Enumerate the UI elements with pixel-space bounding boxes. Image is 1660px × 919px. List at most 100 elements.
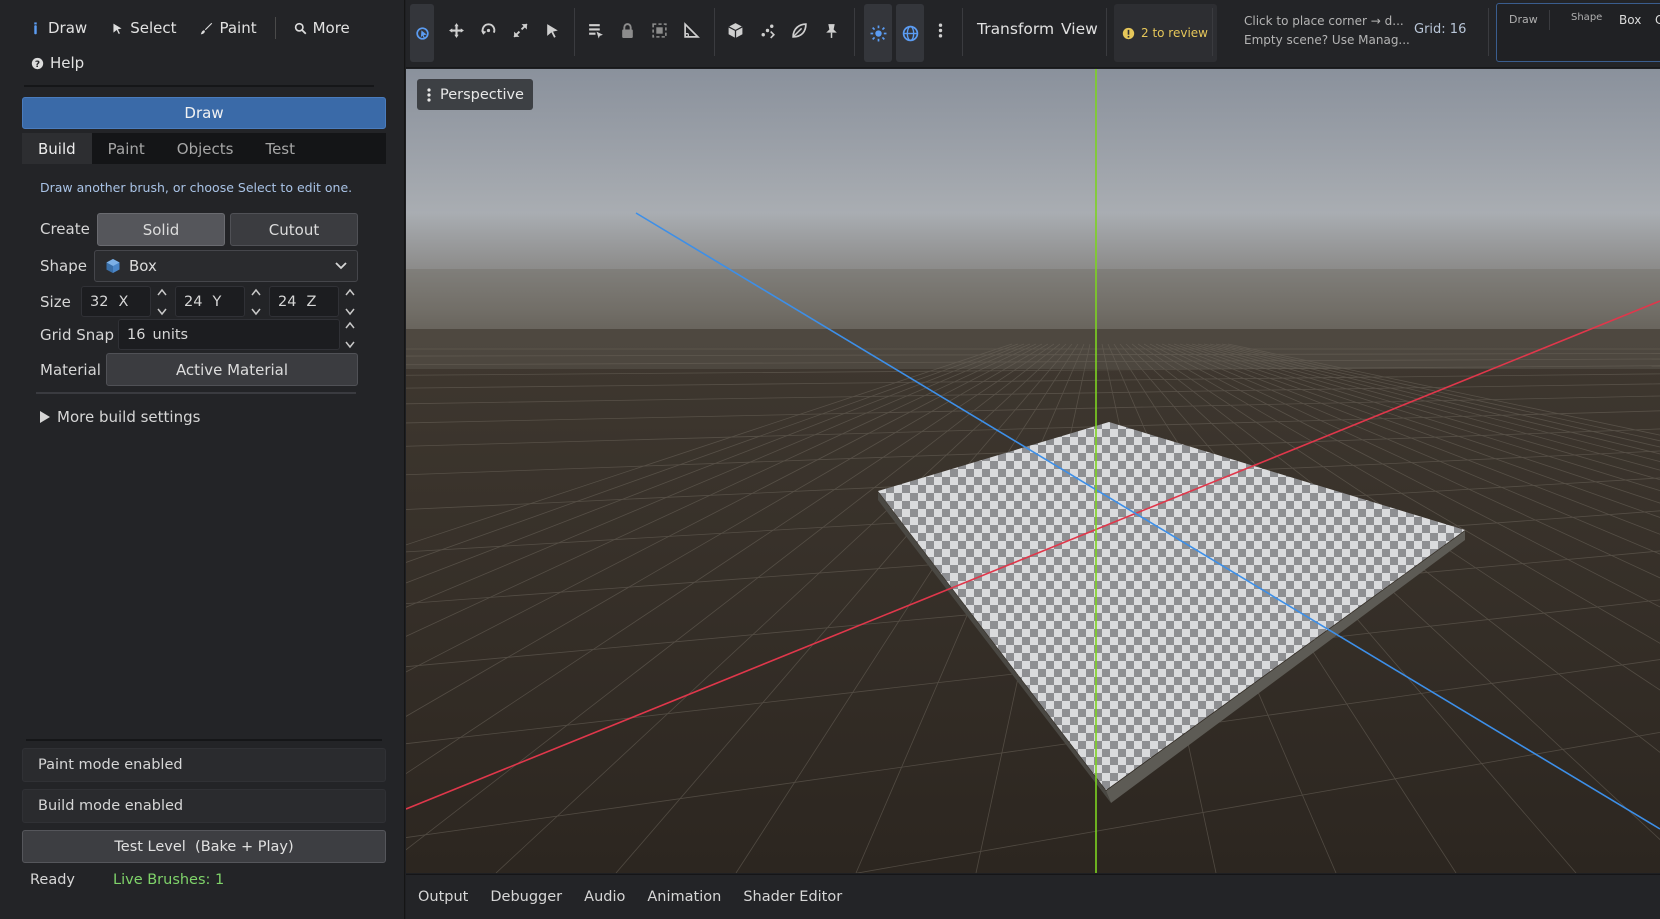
tab-audio[interactable]: Audio bbox=[584, 889, 625, 905]
chevron-down-icon bbox=[335, 262, 347, 270]
chevron-up-icon bbox=[157, 288, 167, 296]
chevron-down-icon bbox=[251, 308, 261, 316]
draw-mode-label: Draw bbox=[48, 19, 88, 37]
environment-toggle[interactable] bbox=[896, 4, 924, 62]
divider bbox=[26, 739, 382, 741]
size-z-field[interactable]: 24 Z bbox=[269, 286, 339, 317]
tab-debugger[interactable]: Debugger bbox=[490, 889, 562, 905]
pointer-tool-button[interactable] bbox=[538, 15, 566, 45]
lock-icon bbox=[621, 22, 633, 38]
ready-status: Ready bbox=[30, 872, 76, 888]
draw-banner: Draw bbox=[22, 97, 386, 129]
review-badge[interactable]: 2 to review bbox=[1114, 4, 1217, 62]
lighting-toggle[interactable] bbox=[864, 4, 892, 62]
active-material-button[interactable]: Active Material bbox=[106, 353, 358, 386]
globe-icon bbox=[902, 25, 918, 41]
cursor-icon bbox=[113, 23, 122, 34]
more-build-settings-toggle[interactable]: More build settings bbox=[40, 408, 200, 426]
shape-dropdown[interactable]: Box bbox=[94, 250, 358, 282]
tab-animation[interactable]: Animation bbox=[647, 889, 721, 905]
cutout-button[interactable]: Cutout bbox=[230, 213, 358, 246]
mini-draw-label: Draw bbox=[1509, 13, 1538, 26]
more-button[interactable]: More bbox=[285, 14, 359, 42]
group-button[interactable] bbox=[645, 15, 673, 45]
chevron-up-icon bbox=[345, 321, 355, 329]
test-level-button[interactable]: Test Level (Bake + Play) bbox=[22, 830, 386, 863]
cube-icon bbox=[106, 259, 120, 273]
select-mode-label: Select bbox=[130, 19, 177, 37]
pointer-icon bbox=[546, 23, 558, 38]
size-y-stepper[interactable] bbox=[250, 288, 262, 316]
size-z-value: 24 bbox=[278, 293, 297, 310]
rotate-icon bbox=[480, 22, 495, 35]
size-x-value: 32 bbox=[90, 293, 109, 310]
tab-paint[interactable]: Paint bbox=[92, 133, 161, 164]
size-y-value: 24 bbox=[184, 293, 203, 310]
leaf-icon bbox=[791, 22, 807, 38]
tab-build[interactable]: Build bbox=[22, 133, 92, 164]
snap-points-button[interactable] bbox=[753, 15, 781, 45]
mini-inspector[interactable]: Draw Shape Box C bbox=[1496, 3, 1660, 62]
chevron-down-icon bbox=[345, 308, 355, 316]
pin-button[interactable] bbox=[817, 15, 845, 45]
chevron-up-icon bbox=[251, 288, 261, 296]
lock-button[interactable] bbox=[613, 15, 641, 45]
select-mode-button[interactable]: Select bbox=[102, 14, 185, 42]
grid-snap-field[interactable]: 16 units bbox=[118, 319, 340, 350]
build-hint: Draw another brush, or choose Select to … bbox=[40, 180, 353, 195]
solid-button[interactable]: Solid bbox=[97, 213, 225, 246]
cube-icon bbox=[727, 22, 743, 38]
material-label: Material bbox=[40, 361, 101, 379]
tooltip-hint-2: Empty scene? Use Manag... bbox=[1244, 33, 1410, 47]
tab-output[interactable]: Output bbox=[418, 889, 468, 905]
size-y-field[interactable]: 24 Y bbox=[175, 286, 245, 317]
size-x-stepper[interactable] bbox=[156, 288, 168, 316]
object-button[interactable] bbox=[721, 15, 749, 45]
perspective-label: Perspective bbox=[440, 86, 524, 103]
status-paint-mode: Paint mode enabled bbox=[22, 748, 386, 782]
build-tabs: Build Paint Objects Test bbox=[22, 133, 386, 164]
scale-tool-button[interactable] bbox=[506, 15, 534, 45]
size-label: Size bbox=[40, 293, 71, 311]
grid-snap-stepper[interactable] bbox=[344, 321, 356, 349]
help-button[interactable]: ? Help bbox=[22, 50, 93, 76]
tooltip-hint-1: Click to place corner → d... bbox=[1244, 14, 1404, 28]
select-tool-button[interactable] bbox=[410, 4, 434, 62]
paint-mode-button[interactable]: Paint bbox=[191, 14, 265, 42]
bottom-panel-tabs: Output Debugger Audio Animation Shader E… bbox=[406, 874, 1660, 919]
mini-shape-label: Shape bbox=[1571, 12, 1603, 23]
size-z-axis: Z bbox=[306, 293, 317, 310]
size-x-field[interactable]: 32 X bbox=[81, 286, 151, 317]
kebab-menu-icon bbox=[427, 87, 431, 102]
mini-truncated-label: C bbox=[1655, 13, 1660, 27]
rotate-tool-button[interactable] bbox=[474, 15, 502, 45]
select-mode-icon bbox=[415, 26, 429, 40]
toolbar-separator bbox=[574, 8, 575, 56]
perspective-menu-button[interactable]: Perspective bbox=[417, 79, 533, 110]
chevron-down-icon bbox=[157, 308, 167, 316]
ruler-button[interactable] bbox=[677, 15, 705, 45]
list-select-button[interactable] bbox=[581, 15, 609, 45]
live-brushes-count: Live Brushes: 1 bbox=[113, 872, 225, 888]
mini-separator bbox=[1549, 10, 1550, 30]
kebab-menu-icon bbox=[938, 22, 942, 38]
3d-viewport[interactable]: Perspective bbox=[406, 69, 1660, 873]
chevron-down-icon bbox=[345, 341, 355, 349]
view-menu[interactable]: View bbox=[1061, 20, 1098, 38]
shape-value: Box bbox=[129, 257, 157, 275]
tab-shader-editor[interactable]: Shader Editor bbox=[743, 889, 842, 905]
move-tool-button[interactable] bbox=[442, 15, 470, 45]
grid-snap-label: Grid Snap bbox=[40, 326, 114, 344]
review-label: 2 to review bbox=[1141, 26, 1208, 40]
pencil-icon bbox=[34, 21, 37, 34]
toolbar-menu-button[interactable] bbox=[926, 15, 954, 45]
snap-icon bbox=[761, 24, 775, 39]
size-z-stepper[interactable] bbox=[344, 288, 356, 316]
toolbar-separator bbox=[962, 8, 963, 56]
tab-test[interactable]: Test bbox=[249, 133, 311, 164]
draw-mode-button[interactable]: Draw bbox=[20, 14, 96, 42]
surface-button[interactable] bbox=[785, 15, 813, 45]
transform-menu[interactable]: Transform bbox=[977, 20, 1054, 38]
tab-objects[interactable]: Objects bbox=[161, 133, 250, 164]
scale-icon bbox=[512, 22, 528, 38]
